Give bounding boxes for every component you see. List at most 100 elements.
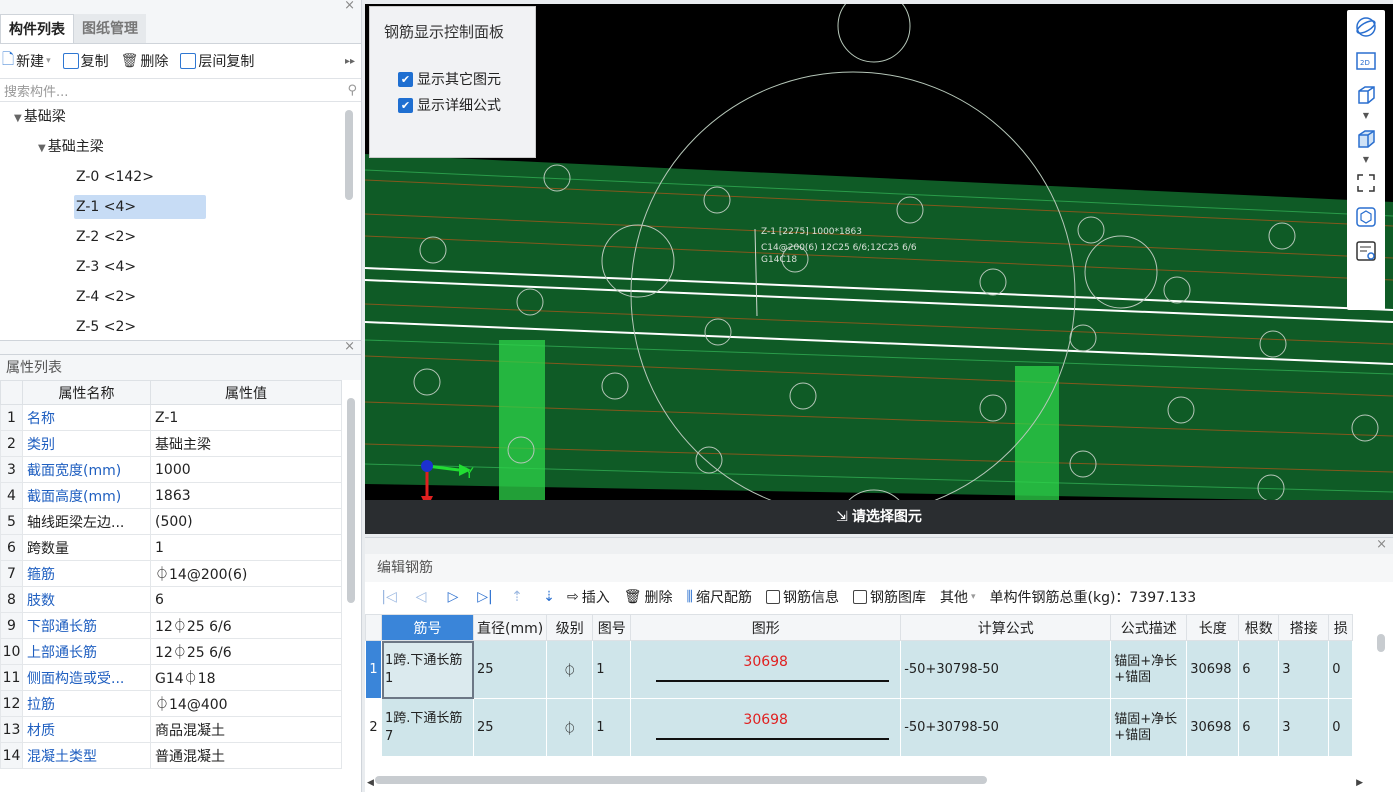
attr-value[interactable]: 12⏀25 6/6: [150, 638, 342, 665]
rebar-jinhao-cell[interactable]: 1跨.下通长筋1: [381, 640, 474, 699]
attr-value[interactable]: ⏀14@200(6): [150, 560, 342, 587]
rebar-col-header[interactable]: 筋号: [381, 614, 474, 641]
rebar-info-button[interactable]: 钢筋信息: [765, 587, 839, 607]
rebar-col-header[interactable]: 图号: [592, 614, 632, 641]
checkbox-checked-icon[interactable]: ✔: [398, 97, 413, 113]
tree-node-child[interactable]: ▼ 基础主梁: [0, 132, 361, 162]
attr-value[interactable]: (500): [150, 508, 342, 535]
delete-rebar-button[interactable]: 🗑 删除: [624, 587, 673, 607]
attr-row[interactable]: 1 名称 Z-1: [0, 404, 342, 431]
fullscreen-icon[interactable]: [1347, 166, 1385, 200]
attr-scrollbar[interactable]: [347, 398, 355, 603]
rebar-shape-cell[interactable]: 30698: [630, 698, 902, 757]
tree-item[interactable]: Z-4 <2>: [0, 282, 361, 312]
rebar-row[interactable]: 2 1跨.下通长筋7 25 ⏀ 1 30698 -50+30798-50 锚固+净长+锚固 30…: [365, 698, 1354, 757]
rebar-row-num[interactable]: 2: [365, 698, 382, 757]
rebar-row[interactable]: 1 1跨.下通长筋1 25 ⏀ 1 30698 -50+30798-50 锚固+净长+锚固 30…: [365, 640, 1354, 699]
box-select-icon[interactable]: [1347, 200, 1385, 234]
tree-scrollbar[interactable]: [345, 110, 353, 200]
attr-value[interactable]: 基础主梁: [150, 430, 342, 457]
cube-fill-icon[interactable]: [1347, 122, 1385, 156]
rebar-length-cell[interactable]: 30698: [1186, 640, 1240, 699]
close-icon[interactable]: ×: [344, 0, 355, 13]
attr-value[interactable]: 普通混凝土: [150, 742, 342, 769]
rebar-vscroll[interactable]: [1377, 634, 1385, 652]
rebar-dia-cell[interactable]: 25: [472, 640, 548, 699]
copy-button[interactable]: 复制: [62, 51, 109, 71]
rebar-col-header[interactable]: 公式描述: [1110, 614, 1188, 641]
attr-row[interactable]: 4 截面高度(mm) 1863: [0, 482, 342, 509]
attr-row[interactable]: 7 箍筋 ⏀14@200(6): [0, 560, 342, 587]
search-input[interactable]: 搜索构件... ⚲: [0, 78, 361, 102]
tree-item[interactable]: Z-5 <2>: [0, 312, 361, 340]
3d-viewport[interactable]: Z-1 [2275] 1000*1863 C14@200(6) 12C25 6/…: [365, 4, 1393, 534]
next-icon[interactable]: ▷: [439, 589, 467, 605]
rebar-col-header[interactable]: 计算公式: [900, 614, 1112, 641]
rebar-length-cell[interactable]: 30698: [1186, 698, 1240, 757]
rebar-hscroll[interactable]: [375, 776, 987, 784]
orbit-icon[interactable]: [1347, 10, 1385, 44]
attr-row[interactable]: 14 混凝土类型 普通混凝土: [0, 742, 342, 769]
floor-copy-button[interactable]: 层间复制: [180, 51, 254, 71]
attr-value[interactable]: ⏀14@400: [150, 690, 342, 717]
attr-row[interactable]: 2 类别 基础主梁: [0, 430, 342, 457]
rebar-col-header[interactable]: 级别: [546, 614, 594, 641]
prev-icon[interactable]: ◁: [407, 589, 435, 605]
attr-row[interactable]: 10 上部通长筋 12⏀25 6/6: [0, 638, 342, 665]
attr-value[interactable]: Z-1: [150, 404, 342, 431]
tree-node-root[interactable]: ▼ 基础梁: [0, 102, 361, 132]
rebar-grade-cell[interactable]: ⏀: [546, 698, 594, 757]
show-formula-checkbox[interactable]: ✔ 显示详细公式: [398, 92, 535, 118]
scroll-right-icon[interactable]: ▶: [1356, 778, 1363, 788]
delete-button[interactable]: 🗑 删除: [121, 51, 169, 71]
rebar-col-header[interactable]: 长度: [1186, 614, 1240, 641]
tab-component-list[interactable]: 构件列表: [0, 14, 74, 43]
attr-row[interactable]: 3 截面宽度(mm) 1000: [0, 456, 342, 483]
checkbox-checked-icon[interactable]: ✔: [398, 71, 413, 87]
rebar-desc-cell[interactable]: 锚固+净长+锚固: [1110, 640, 1188, 699]
rebar-col-header[interactable]: 直径(mm): [472, 614, 548, 641]
scale-rebar-button[interactable]: ⫼ 缩尺配筋: [687, 587, 752, 607]
rebar-col-header[interactable]: 损: [1328, 614, 1354, 641]
2d-icon[interactable]: 2D: [1347, 44, 1385, 78]
attr-value[interactable]: 商品混凝土: [150, 716, 342, 743]
rebar-col-header[interactable]: 搭接: [1278, 614, 1330, 641]
rebar-col-header[interactable]: 根数: [1238, 614, 1280, 641]
other-menu-button[interactable]: 其他 ▾: [940, 587, 976, 607]
attr-row[interactable]: 9 下部通长筋 12⏀25 6/6: [0, 612, 342, 639]
rebar-jinhao-cell[interactable]: 1跨.下通长筋7: [381, 698, 474, 757]
scroll-left-icon[interactable]: ◀: [367, 778, 374, 788]
search-icon[interactable]: ⚲: [347, 83, 357, 98]
move-up-icon[interactable]: ⇡: [503, 589, 531, 605]
rebar-row-num[interactable]: 1: [365, 640, 382, 699]
rebar-count-cell[interactable]: 6: [1238, 698, 1280, 757]
rebar-loss-cell[interactable]: 0: [1328, 698, 1354, 757]
attr-row[interactable]: 6 跨数量 1: [0, 534, 342, 561]
rebar-formula-cell[interactable]: -50+30798-50: [900, 698, 1112, 757]
attr-value[interactable]: 1000: [150, 456, 342, 483]
insert-button[interactable]: ⇨ 插入: [567, 587, 610, 607]
rebar-fig-cell[interactable]: 1: [592, 698, 632, 757]
caret-down-icon[interactable]: ▼: [38, 143, 46, 154]
rebar-lap-cell[interactable]: 3: [1278, 640, 1330, 699]
attr-value[interactable]: 1: [150, 534, 342, 561]
layer-display-icon[interactable]: [1347, 234, 1385, 268]
tab-drawing-management[interactable]: 图纸管理: [74, 14, 146, 43]
rebar-count-cell[interactable]: 6: [1238, 640, 1280, 699]
rebar-formula-cell[interactable]: -50+30798-50: [900, 640, 1112, 699]
attr-row[interactable]: 5 轴线距梁左边... (500): [0, 508, 342, 535]
shape-length-label[interactable]: 30698: [634, 712, 897, 728]
rebar-col-header[interactable]: 图形: [630, 614, 902, 641]
rebar-desc-cell[interactable]: 锚固+净长+锚固: [1110, 698, 1188, 757]
rebar-library-button[interactable]: 钢筋图库: [852, 587, 926, 607]
tree-item-selected[interactable]: Z-1 <4>: [0, 192, 361, 222]
attr-row[interactable]: 8 肢数 6: [0, 586, 342, 613]
caret-down-icon[interactable]: ▼: [14, 113, 22, 124]
attr-value[interactable]: 6: [150, 586, 342, 613]
shape-length-label[interactable]: 30698: [634, 654, 897, 670]
more-icon[interactable]: ▸▸: [345, 56, 355, 67]
tree-item[interactable]: Z-0 <142>: [0, 162, 361, 192]
rebar-grade-cell[interactable]: ⏀: [546, 640, 594, 699]
attr-row[interactable]: 13 材质 商品混凝土: [0, 716, 342, 743]
first-icon[interactable]: |◁: [375, 589, 403, 605]
